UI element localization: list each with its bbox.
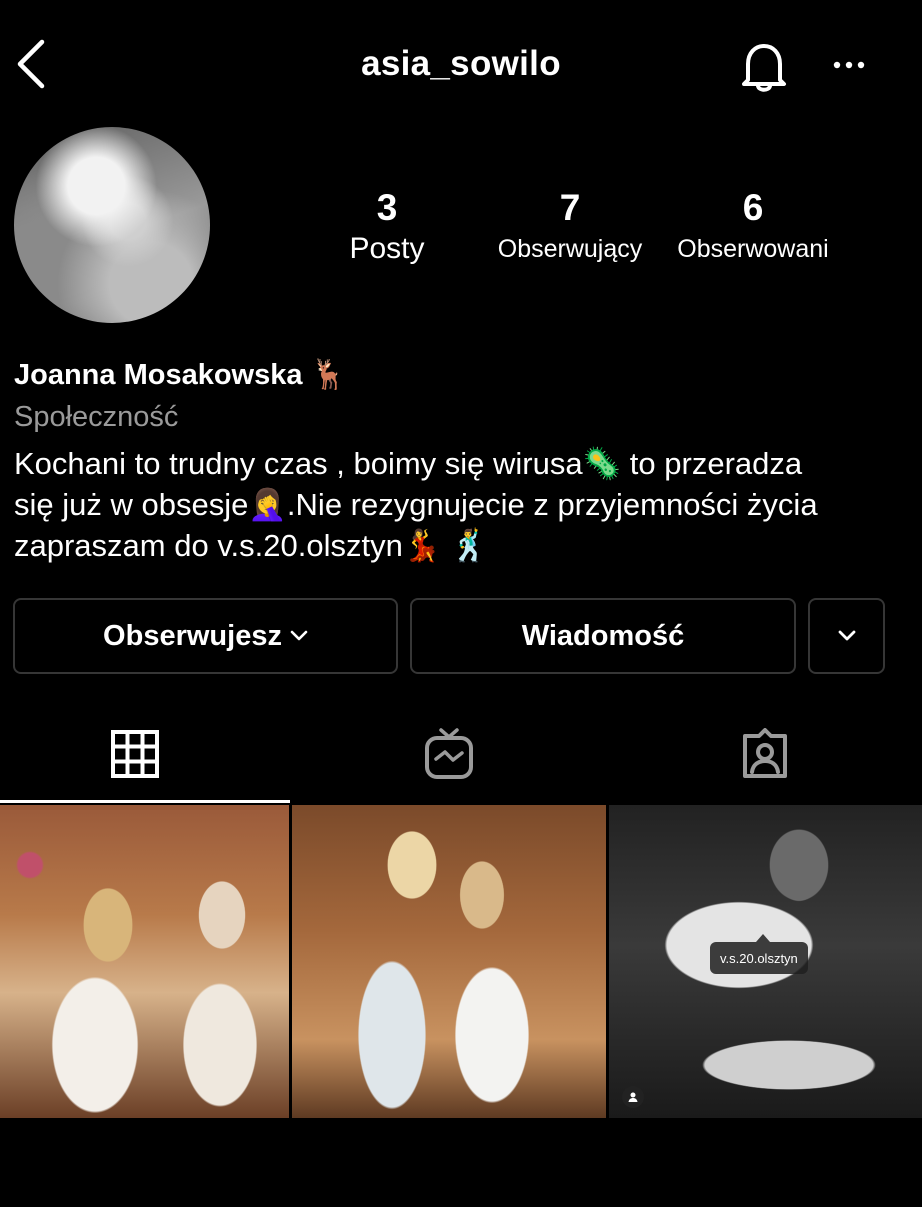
profile-bio: Kochani to trudny czas , boimy się wirus… xyxy=(14,443,904,566)
chevron-down-icon xyxy=(838,630,855,641)
tagged-user-icon xyxy=(622,1086,644,1108)
photo-tag-label[interactable]: v.s.20.olsztyn xyxy=(710,942,808,974)
posts-count-value: 3 xyxy=(376,187,398,228)
followers-count-value: 7 xyxy=(559,187,581,228)
message-button[interactable]: Wiadomość xyxy=(410,598,796,674)
following-button-label: Obserwujesz xyxy=(103,619,282,652)
following-count-label: Obserwowani xyxy=(677,235,829,263)
following-button[interactable]: Obserwujesz xyxy=(13,598,398,674)
bio-line: Kochani to trudny czas , boimy się wirus… xyxy=(14,446,803,481)
tab-igtv[interactable] xyxy=(312,722,586,786)
posts-count[interactable]: 3 Posty xyxy=(330,188,444,270)
tab-posts-grid[interactable] xyxy=(0,722,270,786)
tagged-icon xyxy=(743,728,787,778)
following-count-value: 6 xyxy=(742,187,764,228)
active-tab-indicator xyxy=(0,800,290,803)
followers-count-label: Obserwujący xyxy=(497,235,643,263)
notification-bell-icon[interactable] xyxy=(738,40,790,94)
following-count[interactable]: 6 Obserwowani xyxy=(668,188,838,270)
profile-full-name: Joanna Mosakowska 🦌 xyxy=(14,359,347,391)
igtv-icon xyxy=(425,728,473,779)
profile-category: Społeczność xyxy=(14,401,179,433)
grid-icon xyxy=(111,730,159,778)
message-button-label: Wiadomość xyxy=(521,619,685,652)
bio-line: się już w obsesje🤦‍♀️.Nie rezygnujecie z… xyxy=(14,487,818,522)
suggested-accounts-button[interactable] xyxy=(808,598,885,674)
tab-tagged[interactable] xyxy=(632,722,898,786)
bio-line: zapraszam do v.s.20.olsztyn💃 🕺 xyxy=(14,528,489,563)
followers-count[interactable]: 7 Obserwujący xyxy=(486,188,654,270)
posts-count-label: Posty xyxy=(349,232,425,265)
profile-avatar[interactable] xyxy=(14,127,210,323)
post-thumbnail[interactable] xyxy=(0,805,289,1118)
more-options-icon[interactable] xyxy=(828,50,870,80)
post-thumbnail[interactable] xyxy=(292,805,606,1118)
chevron-down-icon xyxy=(290,630,308,641)
tag-pointer xyxy=(756,934,770,942)
